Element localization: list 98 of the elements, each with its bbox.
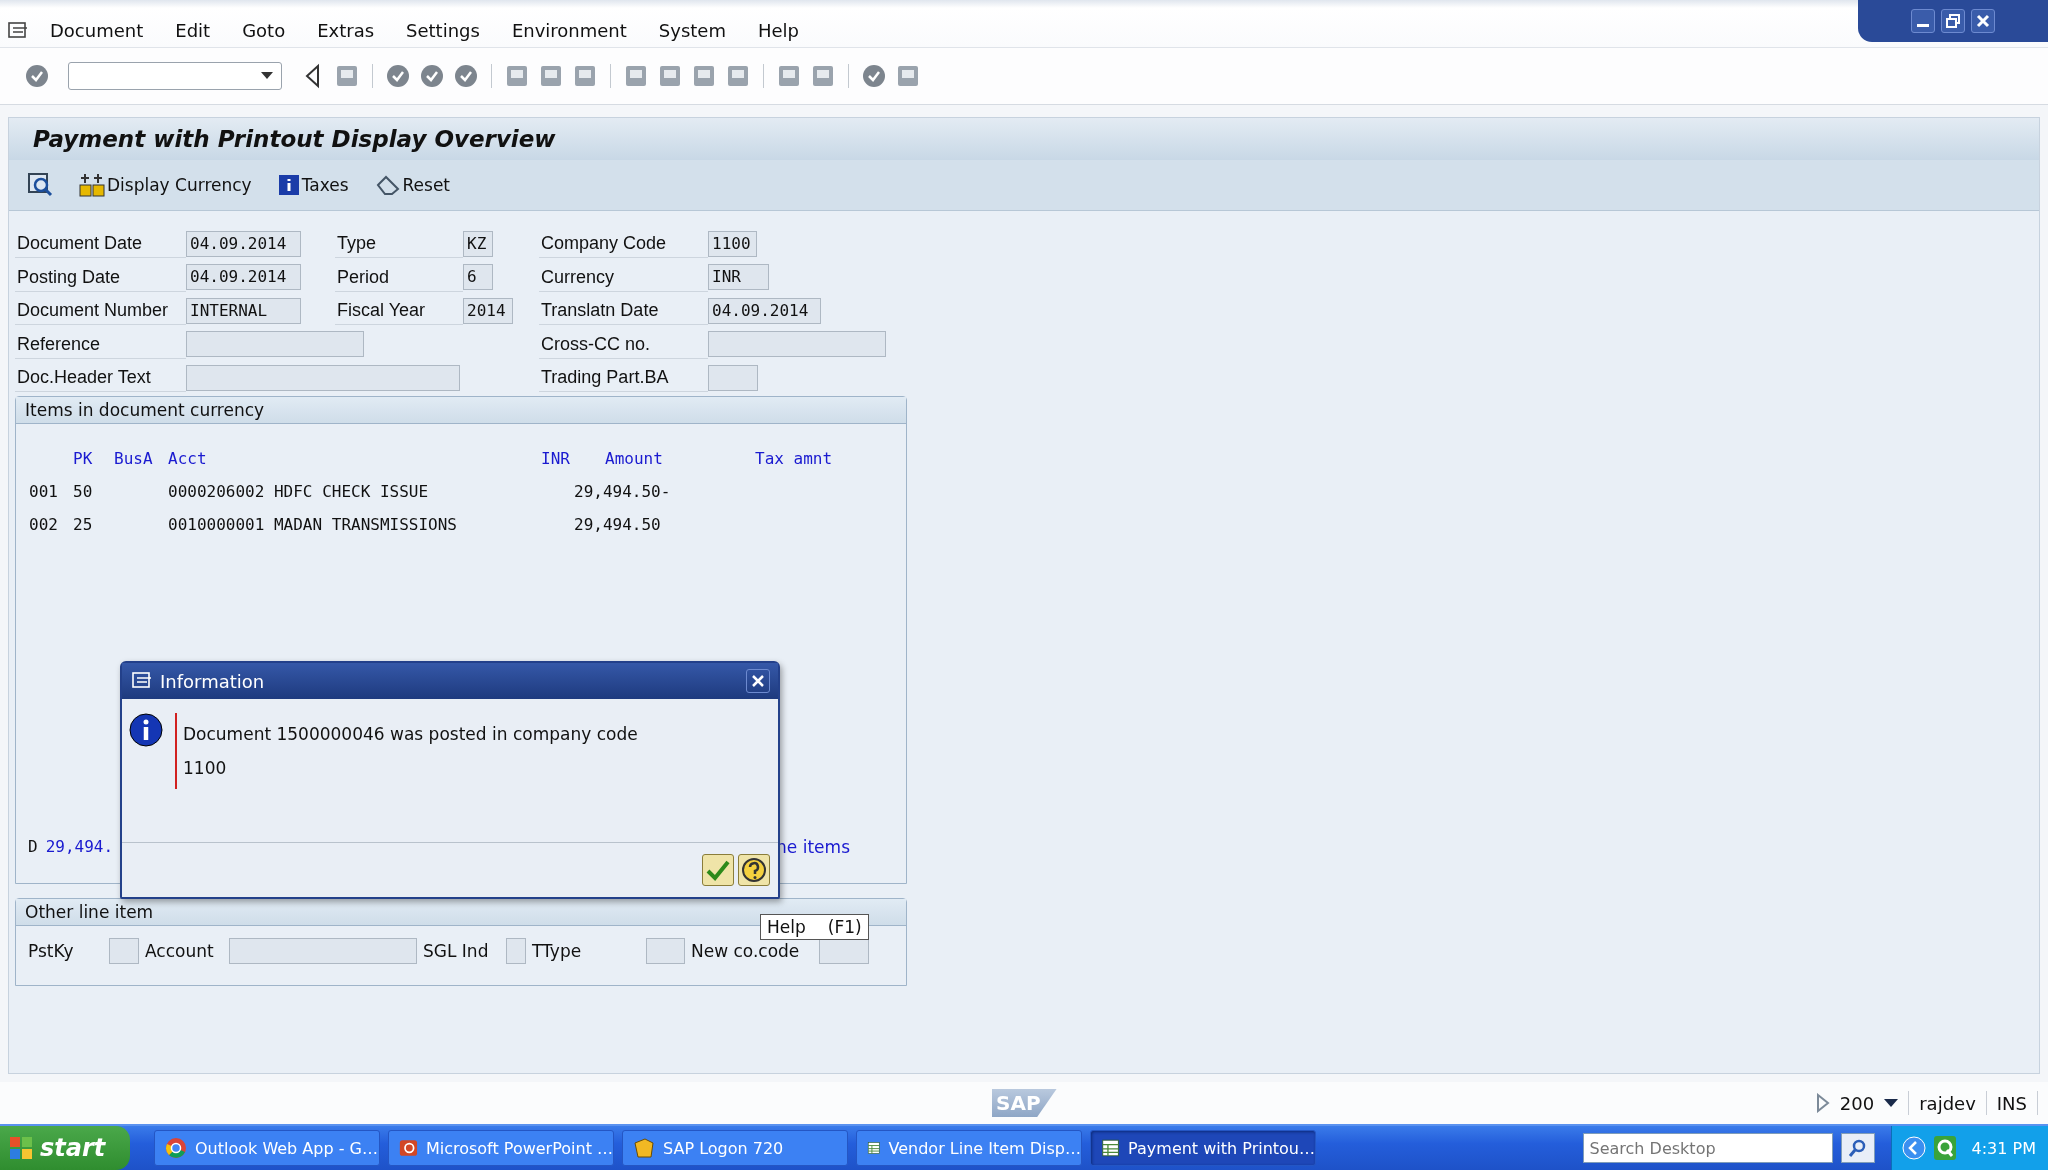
field-value[interactable]: 1100: [708, 230, 757, 257]
table-cell-text: 29,494.50: [573, 514, 662, 534]
field-value[interactable]: 04.09.2014: [186, 264, 301, 291]
menu-item[interactable]: Document: [50, 20, 144, 41]
close-icon: [751, 674, 765, 688]
enter-icon[interactable]: [24, 63, 50, 89]
tooltip-label: Help: [767, 917, 806, 937]
menu-item[interactable]: Goto: [242, 20, 286, 41]
help-button[interactable]: [738, 854, 770, 886]
taskbar-button[interactable]: Outlook Web App - G…: [154, 1130, 380, 1166]
input-field[interactable]: [109, 937, 139, 964]
table-cell-text: 50: [73, 481, 94, 501]
window-menu-icon[interactable]: [132, 672, 154, 690]
table-cell-text: 002: [29, 514, 59, 534]
dropdown-icon[interactable]: [1884, 1098, 1899, 1108]
restore-button[interactable]: [1941, 9, 1965, 33]
menu-item[interactable]: Extras: [317, 20, 375, 41]
search-icon: [1847, 1138, 1868, 1158]
menu-icon[interactable]: [8, 21, 30, 40]
toolbar-button[interactable]: Taxes: [277, 174, 349, 196]
menu-item[interactable]: System: [658, 20, 726, 41]
column-header: INR: [541, 448, 571, 468]
taskbar-button[interactable]: Payment with Printou…: [1090, 1130, 1316, 1166]
table-cell-text: 0010000001 MADAN TRANSMISSIONS: [168, 514, 458, 534]
dropdown-icon: [261, 72, 273, 80]
screen-title: Payment with Printout Display Overview: [33, 126, 556, 152]
field-value[interactable]: 6: [463, 264, 493, 291]
sap-logo: SAP: [992, 1089, 1057, 1117]
input-field[interactable]: [229, 937, 417, 964]
info-icon: [277, 174, 300, 196]
debit-indicator: D: [28, 837, 38, 856]
field-value[interactable]: [708, 364, 758, 391]
input-field[interactable]: [506, 937, 526, 964]
toolbar-button[interactable]: Reset: [374, 174, 450, 196]
toolbar-button[interactable]: Display Currency: [79, 173, 252, 197]
menu-item[interactable]: Environment: [511, 20, 627, 41]
minimize-icon: [1917, 24, 1929, 27]
field-label: New co.code: [690, 940, 801, 961]
column-header: Acct: [168, 448, 208, 468]
table-window-icon: [1101, 1137, 1121, 1159]
table-cell-text: 0000206002 HDFC CHECK ISSUE: [168, 481, 430, 501]
field-value[interactable]: 04.09.2014: [708, 297, 821, 324]
field-label: TType: [531, 940, 583, 961]
clock: 4:31 PM: [1971, 1138, 2036, 1158]
search-field[interactable]: Search Desktop: [1582, 1133, 1833, 1163]
menu-item[interactable]: Settings: [406, 20, 480, 41]
column-header: PK: [73, 448, 94, 468]
close-icon: [1975, 13, 1991, 29]
close-button[interactable]: [1971, 9, 1995, 33]
windows-flag-icon: [8, 1135, 34, 1161]
menu-item[interactable]: Help: [757, 20, 799, 41]
close-button[interactable]: [746, 669, 770, 693]
dialog-title: Information: [160, 670, 265, 692]
column-header: Amount: [605, 448, 664, 468]
field-label: SGL Ind: [422, 940, 490, 961]
presentation-icon: [399, 1137, 418, 1159]
field-value[interactable]: [708, 331, 886, 358]
insert-mode: INS: [1996, 1092, 2027, 1114]
currency-icon: [79, 173, 105, 197]
taskbar-button[interactable]: Vendor Line Item Disp…: [856, 1130, 1082, 1166]
field-value[interactable]: KZ: [463, 230, 493, 257]
reset-icon: [374, 174, 401, 196]
browser-icon: [165, 1137, 187, 1159]
taskbar-button[interactable]: SAP Logon 720: [622, 1130, 848, 1166]
restore-icon: [1945, 13, 1961, 29]
checkmark-icon: [706, 859, 730, 881]
column-header: Tax amnt: [755, 448, 834, 468]
panel-title: Items in document currency: [25, 399, 265, 420]
table-cell-text: 29,494.50-: [573, 481, 672, 501]
input-field[interactable]: [646, 937, 685, 964]
field-value[interactable]: [186, 331, 364, 358]
field-label: PstKy: [27, 940, 75, 961]
minimize-button[interactable]: [1911, 9, 1935, 33]
field-value[interactable]: INTERNAL: [186, 297, 301, 324]
app-tray-icon[interactable]: [1933, 1136, 1956, 1160]
overview-icon[interactable]: [27, 172, 53, 198]
logon-icon: [633, 1137, 655, 1159]
user-name: rajdev: [1919, 1092, 1976, 1114]
field-label: Account: [144, 940, 215, 961]
taskbar-button[interactable]: Microsoft PowerPoint …: [388, 1130, 614, 1166]
table-cell-text: 25: [73, 514, 94, 534]
info-icon: [129, 713, 163, 747]
field-value[interactable]: 2014: [463, 297, 513, 324]
client-number: 200: [1839, 1092, 1875, 1114]
message-text: Document 1500000046 was posted in company code 1100: [183, 723, 639, 780]
expand-triangle-icon[interactable]: [1815, 1093, 1830, 1113]
table-cell-text: 001: [29, 481, 59, 501]
column-header: BusA: [114, 448, 154, 468]
command-field[interactable]: [68, 62, 282, 90]
menu-item[interactable]: Edit: [175, 20, 211, 41]
search-button[interactable]: [1840, 1133, 1875, 1163]
panel-title: Other line item: [25, 901, 154, 922]
field-value[interactable]: [186, 364, 460, 391]
total-amount: 29,494.: [45, 837, 114, 856]
field-value[interactable]: 04.09.2014: [186, 230, 301, 257]
start-button[interactable]: start: [0, 1126, 130, 1170]
field-value[interactable]: INR: [708, 264, 769, 291]
shortcut-key: (F1): [827, 917, 862, 937]
